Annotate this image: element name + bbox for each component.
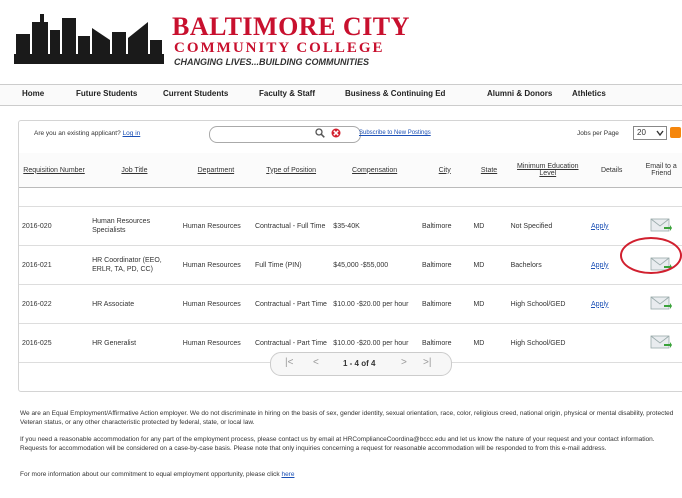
cell-type: Full Time (PIN) [251,245,331,285]
col-department[interactable]: Department [179,153,252,188]
cell-details: Apply [587,284,636,324]
cell-education: High School/GED [507,323,588,363]
subscribe-link[interactable]: Subscribe to New Postings [359,130,431,136]
search-icon[interactable] [315,128,325,138]
first-page-button[interactable]: |< [285,357,293,368]
col-type-of-position[interactable]: Type of Position [251,153,331,188]
nav-current-students[interactable]: Current Students [163,89,228,98]
jobs-per-page-select[interactable]: 20 [633,126,667,140]
brand-title: BALTIMORE CITY [172,12,410,41]
cell-requisition: 2016-025 [19,323,90,363]
apply-link[interactable]: Apply [591,223,609,230]
cell-state: MD [470,245,508,285]
nav-faculty-staff[interactable]: Faculty & Staff [259,89,315,98]
table-row: 2016-021 HR Coordinator (EEO, ERLR, TA, … [19,245,682,285]
table-spacer-row [19,187,682,207]
cell-details [587,323,636,363]
table-row: 2016-020 Human Resources Specialists Hum… [19,206,682,246]
city-skyline-logo-icon [14,14,164,64]
main-nav: Home Future Students Current Students Fa… [0,84,682,106]
cell-requisition: 2016-020 [19,206,90,246]
email-to-friend-icon[interactable] [650,295,673,311]
col-education-level[interactable]: Minimum Education Level [507,153,588,188]
cell-department: Human Resources [179,323,252,363]
cell-requisition: 2016-022 [19,284,90,324]
col-job-title[interactable]: Job Title [89,153,180,188]
apply-link[interactable]: Apply [591,301,609,308]
more-info-text: For more information about our commitmen… [20,471,295,478]
cell-department: Human Resources [179,245,252,285]
cell-job-title: HR Generalist [89,323,180,363]
cell-compensation: $10.00 -$20.00 per hour [330,284,419,324]
next-page-button[interactable]: > [401,357,407,368]
col-city[interactable]: City [418,153,471,188]
apply-link[interactable]: Apply [591,262,609,269]
email-to-friend-icon[interactable] [650,334,673,350]
table-row: 2016-022 HR Associate Human Resources Co… [19,284,682,324]
job-postings-table: Requisition Number Job Title Department … [19,153,682,363]
table-header-row: Requisition Number Job Title Department … [19,153,682,188]
cell-education: High School/GED [507,284,588,324]
accommodation-statement: If you need a reasonable accommodation f… [20,436,655,452]
highlight-circle [620,237,682,274]
page-indicator: 1 - 4 of 4 [343,359,376,368]
col-state[interactable]: State [470,153,508,188]
existing-applicant-text: Are you an existing applicant? Log in [34,130,141,137]
cell-state: MD [470,323,508,363]
brand-tagline: CHANGING LIVES...BUILDING COMMUNITIES [174,57,370,67]
nav-future-students[interactable]: Future Students [76,89,137,98]
jobs-per-page-label: Jobs per Page [577,130,619,137]
brand-subtitle: COMMUNITY COLLEGE [174,40,385,56]
col-compensation[interactable]: Compensation [330,153,419,188]
nav-alumni-donors[interactable]: Alumni & Donors [487,89,552,98]
pagination: |< < 1 - 4 of 4 > >| [270,352,452,376]
eeo-statement: We are an Equal Employment/Affirmative A… [20,410,674,426]
cell-type: Contractual - Part Time [251,284,331,324]
here-link[interactable]: here [281,471,294,478]
cell-type: Contractual - Full Time [251,206,331,246]
cell-department: Human Resources [179,206,252,246]
cell-job-title: Human Resources Specialists [89,206,180,246]
cell-details: Apply [587,206,636,246]
college-brand[interactable]: BALTIMORE CITY COMMUNITY COLLEGE CHANGIN… [172,14,410,68]
cell-education: Not Specified [507,206,588,246]
col-details: Details [587,153,636,188]
site-header: BALTIMORE CITY COMMUNITY COLLEGE CHANGIN… [0,0,682,80]
nav-home[interactable]: Home [22,89,44,98]
cell-state: MD [470,206,508,246]
nav-business-continuing-ed[interactable]: Business & Continuing Ed [345,89,445,98]
last-page-button[interactable]: >| [423,357,431,368]
cell-education: Bachelors [507,245,588,285]
nav-athletics[interactable]: Athletics [572,89,606,98]
cell-city: Baltimore [418,245,471,285]
cell-department: Human Resources [179,284,252,324]
cell-email [635,284,682,324]
cell-requisition: 2016-021 [19,245,90,285]
prev-page-button[interactable]: < [313,357,319,368]
cell-job-title: HR Coordinator (EEO, ERLR, TA, PD, CC) [89,245,180,285]
login-link[interactable]: Log in [123,130,141,137]
cell-city: Baltimore [418,284,471,324]
cell-compensation: $45,000 -$55,000 [330,245,419,285]
cell-state: MD [470,284,508,324]
col-email-friend: Email to a Friend [635,153,682,188]
rss-icon[interactable] [670,127,681,138]
email-to-friend-icon[interactable] [650,217,673,233]
cell-city: Baltimore [418,206,471,246]
col-requisition-number[interactable]: Requisition Number [19,153,90,188]
clear-search-icon[interactable] [331,128,341,138]
search-toolbar: Are you an existing applicant? Log in Su… [19,121,682,147]
cell-email [635,323,682,363]
cell-compensation: $35-40K [330,206,419,246]
cell-job-title: HR Associate [89,284,180,324]
chevron-down-icon [656,130,664,137]
